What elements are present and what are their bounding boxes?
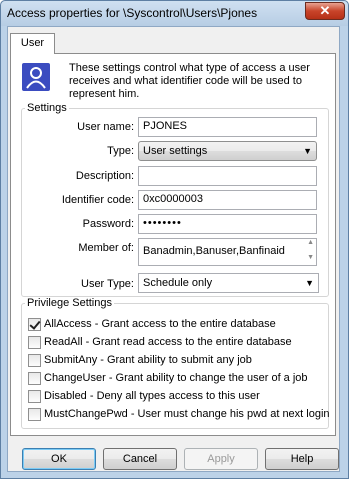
member-of-value: Banadmin,Banuser,Banfinaid — [143, 245, 285, 257]
user-name-label: User name: — [77, 121, 134, 133]
user-type-label: User Type: — [81, 278, 134, 290]
disabled-checkbox[interactable] — [28, 390, 41, 403]
privilege-settings-group-label: Privilege Settings — [25, 297, 114, 309]
scroll-down-icon[interactable]: ▼ — [307, 254, 314, 261]
description-text: These settings control what type of acce… — [69, 62, 310, 100]
close-icon: ✕ — [319, 3, 331, 18]
apply-button[interactable]: Apply — [184, 448, 258, 470]
scroll-up-icon[interactable]: ▲ — [307, 239, 314, 246]
chevron-down-icon: ▼ — [303, 146, 312, 156]
disabled-label[interactable]: Disabled - Deny all types access to this… — [44, 390, 260, 402]
user-type-select[interactable]: Schedule only ▼ — [138, 273, 319, 293]
help-button[interactable]: Help — [265, 448, 339, 470]
identifier-code-label: Identifier code: — [61, 194, 134, 206]
user-name-field[interactable]: PJONES — [138, 117, 317, 137]
user-type-select-value: Schedule only — [143, 277, 213, 289]
allaccess-checkbox[interactable] — [28, 318, 41, 331]
cancel-button[interactable]: Cancel — [103, 448, 177, 470]
close-button[interactable]: ✕ — [305, 2, 345, 20]
settings-group-label: Settings — [25, 102, 69, 114]
description-field[interactable] — [138, 166, 317, 186]
title-bar[interactable]: Access properties for \Syscontrol\Users\… — [1, 1, 348, 26]
submitany-label[interactable]: SubmitAny - Grant ability to submit any … — [44, 354, 252, 366]
member-of-field[interactable]: Banadmin,Banuser,Banfinaid ▲ ▼ — [138, 238, 317, 266]
window-title: Access properties for \Syscontrol\Users\… — [7, 6, 258, 20]
type-label: Type: — [107, 145, 134, 157]
readall-checkbox[interactable] — [28, 336, 41, 349]
submitany-checkbox[interactable] — [28, 354, 41, 367]
chevron-down-icon: ▼ — [305, 278, 314, 288]
type-select-value: User settings — [143, 145, 208, 157]
changeuser-label[interactable]: ChangeUser - Grant ability to change the… — [44, 372, 308, 384]
mustchangepwd-checkbox[interactable] — [28, 408, 41, 421]
type-select[interactable]: User settings ▼ — [138, 141, 317, 161]
mustchangepwd-label[interactable]: MustChangePwd - User must change his pwd… — [44, 408, 330, 420]
allaccess-label[interactable]: AllAccess - Grant access to the entire d… — [44, 318, 276, 330]
changeuser-checkbox[interactable] — [28, 372, 41, 385]
description-label: Description: — [75, 170, 134, 182]
identifier-code-field[interactable]: 0xc0000003 — [138, 190, 317, 210]
password-label: Password: — [82, 218, 134, 230]
user-icon — [22, 63, 50, 91]
member-of-label: Member of: — [78, 242, 134, 254]
tab-user[interactable]: User — [10, 33, 55, 54]
readall-label[interactable]: ReadAll - Grant read access to the entir… — [44, 336, 292, 348]
password-field[interactable]: •••••••• — [138, 214, 317, 234]
ok-button[interactable]: OK — [22, 448, 96, 470]
